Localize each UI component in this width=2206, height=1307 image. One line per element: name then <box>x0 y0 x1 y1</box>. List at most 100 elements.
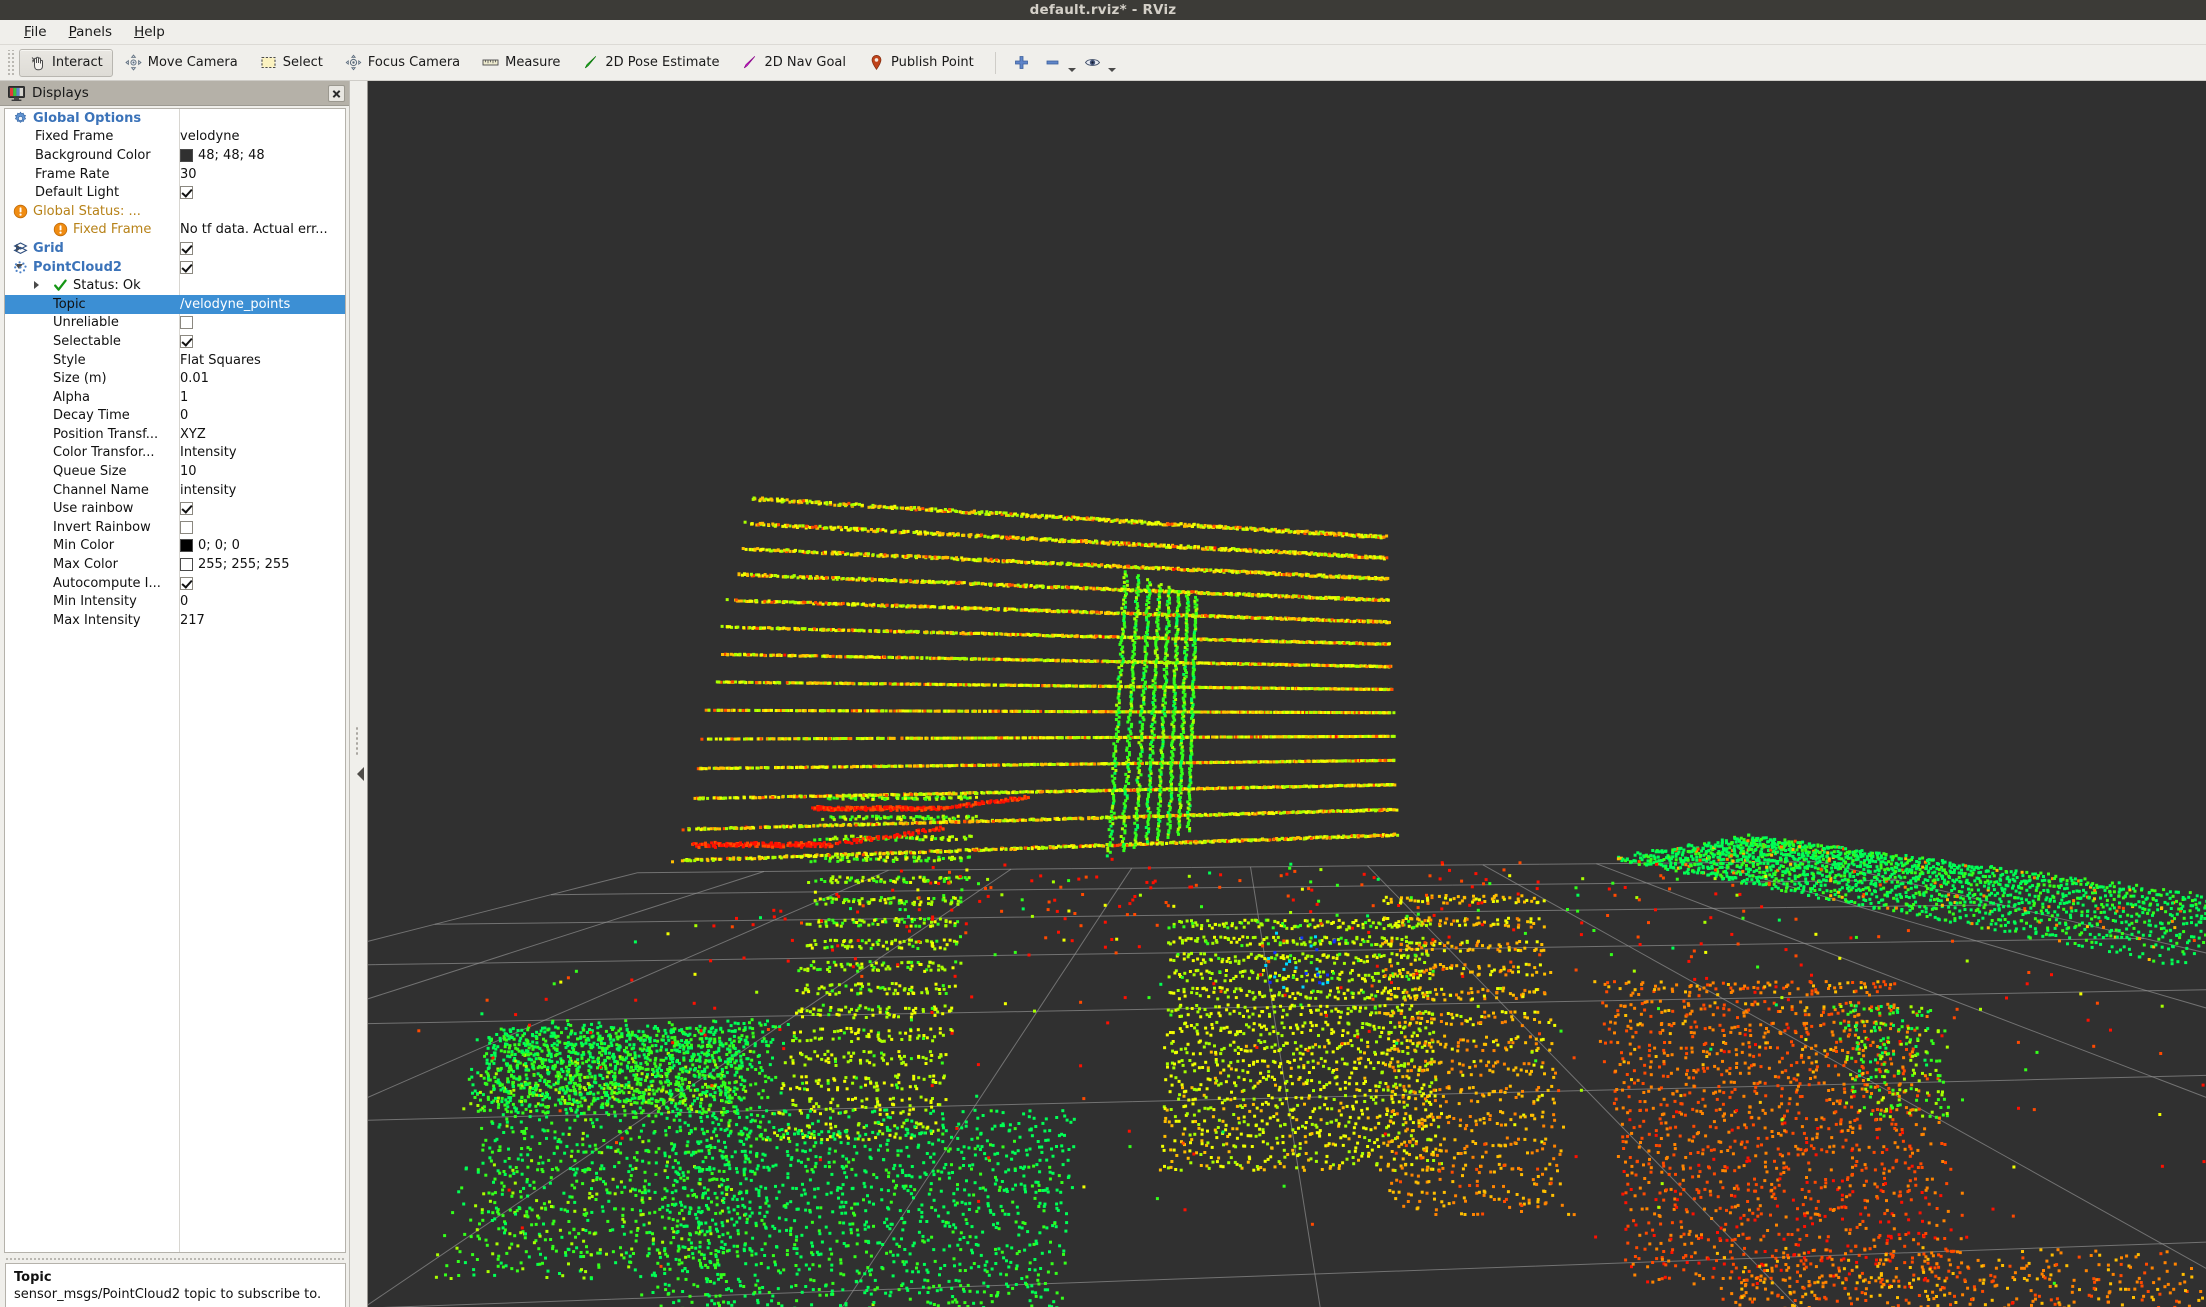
property-value[interactable]: 30 <box>180 165 345 184</box>
checkbox-icon[interactable] <box>180 334 193 348</box>
property-row-queue-size[interactable]: Queue Size 10 <box>5 462 345 481</box>
property-value[interactable]: /velodyne_points <box>180 295 345 314</box>
property-value[interactable]: 0 <box>180 407 345 426</box>
property-key-label: Max Intensity <box>53 612 141 628</box>
property-value[interactable] <box>180 202 345 221</box>
checkbox-icon[interactable] <box>180 520 193 534</box>
property-row-channel-name[interactable]: Channel Name intensity <box>5 481 345 500</box>
tool-publish-point-label: Publish Point <box>891 55 974 70</box>
property-value[interactable]: 0 <box>180 592 345 611</box>
property-row-unreliable[interactable]: Unreliable <box>5 314 345 333</box>
property-value[interactable]: 217 <box>180 611 345 630</box>
warning-icon <box>53 222 68 237</box>
property-value[interactable] <box>180 499 345 518</box>
property-row-topic[interactable]: Topic/velodyne_points <box>5 294 345 314</box>
checkbox-icon[interactable] <box>180 241 193 255</box>
property-row-status-ok[interactable]: Status: Ok <box>5 276 345 295</box>
checkbox-icon[interactable] <box>180 576 193 590</box>
checkbox-icon[interactable] <box>180 260 193 274</box>
rviz-3d-viewport[interactable] <box>368 81 2206 1307</box>
property-value[interactable] <box>180 183 345 202</box>
collapse-left-arrow-icon[interactable] <box>357 767 364 781</box>
property-row-min-color[interactable]: Min Color 0; 0; 0 <box>5 537 345 556</box>
property-value[interactable] <box>180 518 345 537</box>
property-row-selectable[interactable]: Selectable <box>5 332 345 351</box>
property-row-default-light[interactable]: Default Light <box>5 183 345 202</box>
move-camera-icon <box>125 54 142 71</box>
remove-view-dropdown-caret[interactable] <box>1067 49 1077 77</box>
color-swatch[interactable] <box>180 558 193 572</box>
displays-property-tree[interactable]: Global Options Fixed Frame velodyne Backgro… <box>4 108 346 1253</box>
tool-interact-button[interactable]: Interact <box>19 48 113 77</box>
property-row-style[interactable]: Style Flat Squares <box>5 351 345 370</box>
property-row-color-transfor[interactable]: Color Transfor... Intensity <box>5 444 345 463</box>
property-value[interactable]: 10 <box>180 462 345 481</box>
tool-move-camera-button[interactable]: Move Camera <box>115 49 248 77</box>
property-row-invert-rainbow[interactable]: Invert Rainbow <box>5 518 345 537</box>
property-row-position-transf[interactable]: Position Transf... XYZ <box>5 425 345 444</box>
menu-panels[interactable]: Panels <box>58 21 123 43</box>
tool-measure-label: Measure <box>505 55 561 70</box>
tool-measure-button[interactable]: Measure <box>472 49 570 77</box>
color-swatch[interactable] <box>180 539 193 553</box>
checkbox-icon[interactable] <box>180 186 193 200</box>
property-key: Background Color <box>5 146 179 165</box>
property-row-alpha[interactable]: Alpha 1 <box>5 388 345 407</box>
property-value[interactable]: 255; 255; 255 <box>180 555 345 574</box>
property-value[interactable]: XYZ <box>180 425 345 444</box>
property-value[interactable]: velodyne <box>180 128 345 147</box>
property-row-max-intensity[interactable]: Max Intensity 217 <box>5 611 345 630</box>
property-value[interactable] <box>180 314 345 333</box>
property-value[interactable]: 0; 0; 0 <box>180 537 345 556</box>
tool-2d-pose-estimate-button[interactable]: 2D Pose Estimate <box>572 49 729 77</box>
checkbox-icon[interactable] <box>180 502 193 516</box>
add-view-button[interactable] <box>1007 49 1036 77</box>
property-value[interactable]: No tf data. Actual err... <box>180 221 345 240</box>
menu-file[interactable]: File <box>13 21 58 43</box>
menu-help[interactable]: Help <box>123 21 176 43</box>
property-row-pointcloud2[interactable]: PointCloud2 <box>5 258 345 277</box>
dock-viewport-splitter[interactable] <box>350 81 368 1307</box>
property-row-min-intensity[interactable]: Min Intensity 0 <box>5 592 345 611</box>
property-value[interactable]: Flat Squares <box>180 351 345 370</box>
checkbox-icon[interactable] <box>180 316 193 330</box>
property-value[interactable] <box>180 258 345 277</box>
tool-publish-point-button[interactable]: Publish Point <box>858 49 984 77</box>
grid-icon <box>13 241 28 256</box>
property-value[interactable] <box>180 276 345 295</box>
property-row-fixed-frame[interactable]: Fixed Frame No tf data. Actual err... <box>5 221 345 240</box>
close-icon[interactable] <box>328 84 345 102</box>
property-row-fixed-frame[interactable]: Fixed Frame velodyne <box>5 128 345 147</box>
property-row-size-m[interactable]: Size (m) 0.01 <box>5 369 345 388</box>
remove-view-button[interactable] <box>1038 49 1067 77</box>
tool-focus-camera-button[interactable]: Focus Camera <box>335 49 470 77</box>
view-visibility-button[interactable] <box>1078 49 1107 77</box>
property-value[interactable] <box>180 109 345 128</box>
view-visibility-dropdown-caret[interactable] <box>1107 49 1117 77</box>
tool-select-button[interactable]: Select <box>250 49 333 77</box>
property-value[interactable] <box>180 332 345 351</box>
property-row-global-options[interactable]: Global Options <box>5 109 345 128</box>
property-row-frame-rate[interactable]: Frame Rate 30 <box>5 165 345 184</box>
property-value[interactable]: 48; 48; 48 <box>180 146 345 165</box>
property-value[interactable] <box>180 574 345 593</box>
color-swatch[interactable] <box>180 148 193 162</box>
property-value[interactable]: intensity <box>180 481 345 500</box>
property-row-global-status[interactable]: Global Status: ... <box>5 202 345 221</box>
property-row-grid[interactable]: Grid <box>5 239 345 258</box>
tool-2d-nav-goal-button[interactable]: 2D Nav Goal <box>731 49 856 77</box>
property-value[interactable]: 1 <box>180 388 345 407</box>
property-key-label: Size (m) <box>53 371 107 387</box>
property-value[interactable]: Intensity <box>180 444 345 463</box>
property-row-max-color[interactable]: Max Color 255; 255; 255 <box>5 555 345 574</box>
property-key-label: Grid <box>33 240 64 256</box>
property-row-use-rainbow[interactable]: Use rainbow <box>5 499 345 518</box>
property-row-autocompute-i[interactable]: Autocompute I... <box>5 574 345 593</box>
property-row-background-color[interactable]: Background Color 48; 48; 48 <box>5 146 345 165</box>
description-splitter-handle[interactable] <box>4 1255 346 1262</box>
property-value[interactable] <box>180 239 345 258</box>
property-value[interactable]: 0.01 <box>180 369 345 388</box>
property-row-decay-time[interactable]: Decay Time 0 <box>5 407 345 426</box>
toolbar-drag-handle[interactable] <box>6 49 15 76</box>
description-title: Topic <box>14 1270 52 1285</box>
